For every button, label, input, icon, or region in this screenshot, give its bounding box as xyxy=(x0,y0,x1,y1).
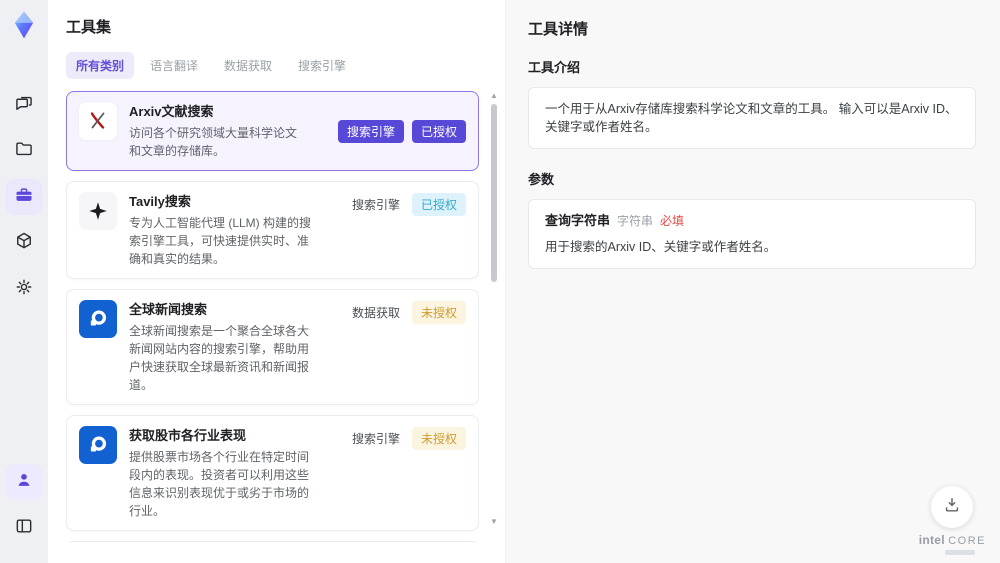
tool-description: 提供股票市场各个行业在特定时间段内的表现。投资者可以利用这些信息来识别表现优于或… xyxy=(129,450,310,518)
tab-data-fetching[interactable]: 数据获取 xyxy=(214,52,282,79)
user-icon xyxy=(14,470,34,495)
folder-icon xyxy=(14,139,34,164)
brand-product: CORE xyxy=(948,535,986,547)
app-window: 工具集 所有类别 语言翻译 数据获取 搜索引擎 Arxiv文献搜索 访问各个研究… xyxy=(0,0,1000,563)
left-rail xyxy=(0,0,48,563)
floating-corner: intel CORE xyxy=(919,486,986,555)
auth-status-badge: 未授权 xyxy=(411,427,466,450)
news-logo-icon xyxy=(79,300,117,338)
param-name: 查询字符串 xyxy=(545,213,611,228)
param-description: 用于搜索的Arxiv ID、关键字或作者姓名。 xyxy=(545,240,777,254)
gear-icon xyxy=(14,277,34,302)
tool-card-arxiv[interactable]: Arxiv文献搜索 访问各个研究领域大量科学论文和文章的存储库。 搜索引擎 已授… xyxy=(66,91,479,171)
category-label: 数据获取 xyxy=(351,306,400,320)
tool-intro-box: 一个用于从Arxiv存储库搜索科学论文和文章的工具。 输入可以是Arxiv ID… xyxy=(528,87,976,149)
tab-language-translation[interactable]: 语言翻译 xyxy=(140,52,208,79)
tool-name: Tavily搜索 xyxy=(129,194,191,209)
sidebar-item-tools[interactable] xyxy=(6,179,42,215)
cube-icon xyxy=(14,231,34,256)
arxiv-logo-icon xyxy=(79,102,117,140)
panel-icon xyxy=(14,516,34,541)
tool-card-sector-performance[interactable]: 获取股市各行业表现 提供股票市场各个行业在特定时间段内的表现。投资者可以利用这些… xyxy=(66,415,479,531)
sidebar-item-files[interactable] xyxy=(6,133,42,169)
download-button[interactable] xyxy=(931,486,974,528)
sidebar-item-packages[interactable] xyxy=(6,225,42,261)
tool-description: 全球新闻搜索是一个聚合全球各大新闻网站内容的搜索引擎，帮助用户快速获取全球最新资… xyxy=(129,324,310,392)
tools-scrollbar: ▲ ▼ xyxy=(489,91,499,543)
chat-icon xyxy=(14,93,34,118)
tools-list: Arxiv文献搜索 访问各个研究领域大量科学论文和文章的存储库。 搜索引擎 已授… xyxy=(66,91,479,543)
tool-intro-text: 一个用于从Arxiv存储库搜索科学论文和文章的工具。 输入可以是Arxiv ID… xyxy=(545,102,958,134)
sidebar-item-chat[interactable] xyxy=(6,87,42,123)
tool-details-panel: 工具详情 工具介绍 一个用于从Arxiv存储库搜索科学论文和文章的工具。 输入可… xyxy=(505,0,1000,563)
tab-search-engine[interactable]: 搜索引擎 xyxy=(288,52,356,79)
page-title: 工具集 xyxy=(66,19,112,36)
download-icon xyxy=(942,495,962,520)
tool-name: Arxiv文献搜索 xyxy=(129,104,214,119)
sidebar-item-settings[interactable] xyxy=(6,271,42,307)
auth-status-badge: 未授权 xyxy=(411,301,466,324)
details-title: 工具详情 xyxy=(528,21,589,38)
params-heading: 参数 xyxy=(528,172,555,187)
param-type: 字符串 xyxy=(617,214,654,228)
auth-status-badge: 已授权 xyxy=(411,119,466,143)
param-required-flag: 必填 xyxy=(660,214,685,228)
tool-description: 访问各个研究领域大量科学论文和文章的存储库。 xyxy=(129,126,298,158)
category-badge: 搜索引擎 xyxy=(337,119,404,143)
intel-core-logo: intel CORE xyxy=(919,534,986,555)
app-logo-icon xyxy=(9,10,39,40)
parameter-box: 查询字符串 字符串 必填 用于搜索的Arxiv ID、关键字或作者姓名。 xyxy=(528,199,976,269)
scroll-up-arrow-icon[interactable]: ▲ xyxy=(489,91,499,101)
toolbox-icon xyxy=(14,185,34,210)
category-tabs: 所有类别 语言翻译 数据获取 搜索引擎 xyxy=(66,52,505,79)
category-label: 搜索引擎 xyxy=(351,432,400,446)
tools-scroll-area: Arxiv文献搜索 访问各个研究领域大量科学论文和文章的存储库。 搜索引擎 已授… xyxy=(66,91,505,543)
tools-list-panel: 工具集 所有类别 语言翻译 数据获取 搜索引擎 Arxiv文献搜索 访问各个研究… xyxy=(48,0,505,563)
sidebar-item-collapse[interactable] xyxy=(6,510,42,546)
tool-description: 专为人工智能代理 (LLM) 构建的搜索引擎工具，可快速提供实时、准确和真实的结… xyxy=(129,216,312,266)
intro-heading: 工具介绍 xyxy=(528,60,581,75)
scroll-down-arrow-icon[interactable]: ▼ xyxy=(489,517,499,527)
sidebar-item-account[interactable] xyxy=(6,464,42,500)
news-logo-icon xyxy=(79,426,117,464)
brand-name: intel xyxy=(918,533,945,547)
category-label: 搜索引擎 xyxy=(351,198,400,212)
tool-card-most-active-stocks[interactable]: 获取市场最活跃股票信息 提供当天交易量最高的股票列表。投资者可以利用这些信息来识… xyxy=(66,541,479,543)
tool-card-global-news[interactable]: 全球新闻搜索 全球新闻搜索是一个聚合全球各大新闻网站内容的搜索引擎，帮助用户快速… xyxy=(66,289,479,405)
scrollbar-thumb[interactable] xyxy=(491,104,497,282)
brand-sub-mark xyxy=(944,550,975,555)
tool-name: 全球新闻搜索 xyxy=(129,302,208,317)
tavily-star-icon xyxy=(79,192,117,230)
tab-all-categories[interactable]: 所有类别 xyxy=(66,52,135,79)
tool-name: 获取股市各行业表现 xyxy=(129,428,247,443)
tool-card-tavily[interactable]: Tavily搜索 专为人工智能代理 (LLM) 构建的搜索引擎工具，可快速提供实… xyxy=(66,181,479,279)
auth-status-badge: 已授权 xyxy=(411,193,466,216)
